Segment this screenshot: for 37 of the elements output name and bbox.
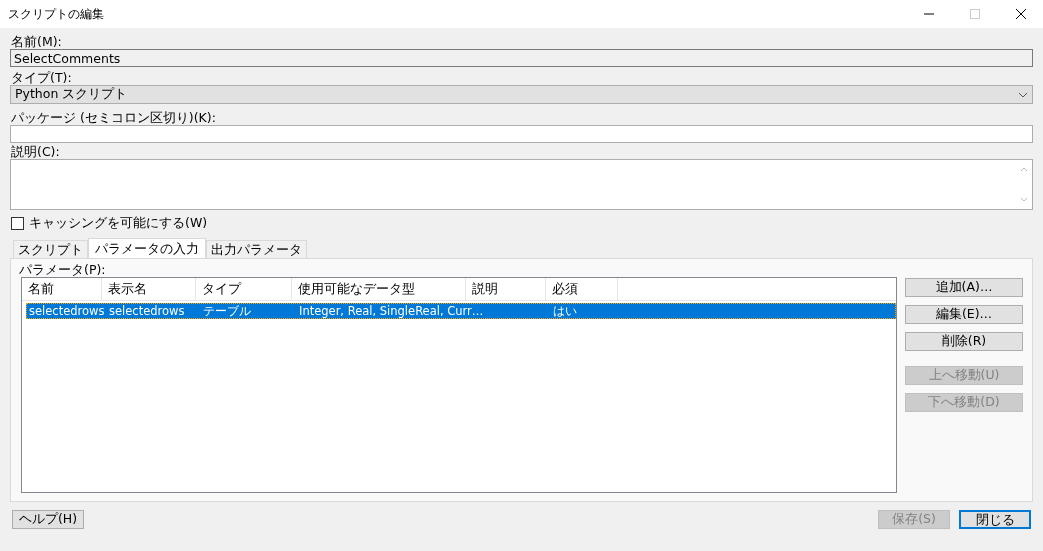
help-button[interactable]: ヘルプ(H) — [12, 510, 84, 529]
column-header[interactable]: タイプ — [196, 278, 292, 300]
close-icon[interactable] — [1015, 8, 1027, 20]
table-cell: はい — [553, 304, 577, 318]
table-cell: selectedrows — [109, 304, 185, 318]
column-header[interactable]: 使用可能なデータ型 — [292, 278, 466, 300]
field-label: タイプ(T): — [11, 70, 73, 85]
package-field[interactable] — [10, 125, 1033, 143]
action-button[interactable]: 削除(R) — [905, 332, 1023, 351]
column-header[interactable]: 説明 — [466, 278, 546, 300]
table-cell: selectedrows — [29, 304, 105, 318]
window-title: スクリプトの編集 — [8, 5, 104, 23]
scroll-up-icon[interactable] — [1020, 166, 1028, 172]
field-label: 名前(M): — [11, 34, 63, 49]
field-label: 説明(C): — [11, 144, 61, 159]
name-field[interactable]: SelectComments — [10, 49, 1033, 67]
tab[interactable]: パラメータの入力 — [88, 238, 206, 258]
type-dropdown[interactable]: Python スクリプト — [10, 85, 1033, 104]
table-row[interactable]: selectedrows selectedrows テーブル Integer, Real, SingleReal, Curr… はい — [26, 303, 896, 319]
checkbox[interactable] — [11, 217, 24, 230]
scroll-down-icon[interactable] — [1020, 197, 1028, 203]
tab[interactable]: スクリプト — [13, 240, 88, 258]
table-cell: テーブル — [203, 304, 251, 318]
column-header[interactable]: 名前 — [22, 278, 102, 300]
action-button[interactable]: 追加(A)… — [905, 278, 1023, 297]
tab[interactable]: 出力パラメータ — [206, 240, 307, 258]
table-cell: Integer, Real, SingleReal, Curr… — [299, 304, 484, 318]
column-header[interactable]: 表示名 — [102, 278, 196, 300]
action-button[interactable]: 編集(E)… — [905, 305, 1023, 324]
list-label: パラメータ(P): — [19, 263, 107, 277]
maximize-icon[interactable] — [969, 8, 981, 20]
field-label: パッケージ (セミコロン区切り)(K): — [11, 110, 217, 125]
checkbox-label: キャッシングを可能にする(W) — [29, 215, 208, 232]
column-header[interactable]: 必須 — [546, 278, 618, 300]
chevron-down-icon — [1018, 91, 1028, 98]
description-field[interactable] — [10, 159, 1033, 210]
dialog-button[interactable]: 閉じる — [959, 510, 1031, 529]
